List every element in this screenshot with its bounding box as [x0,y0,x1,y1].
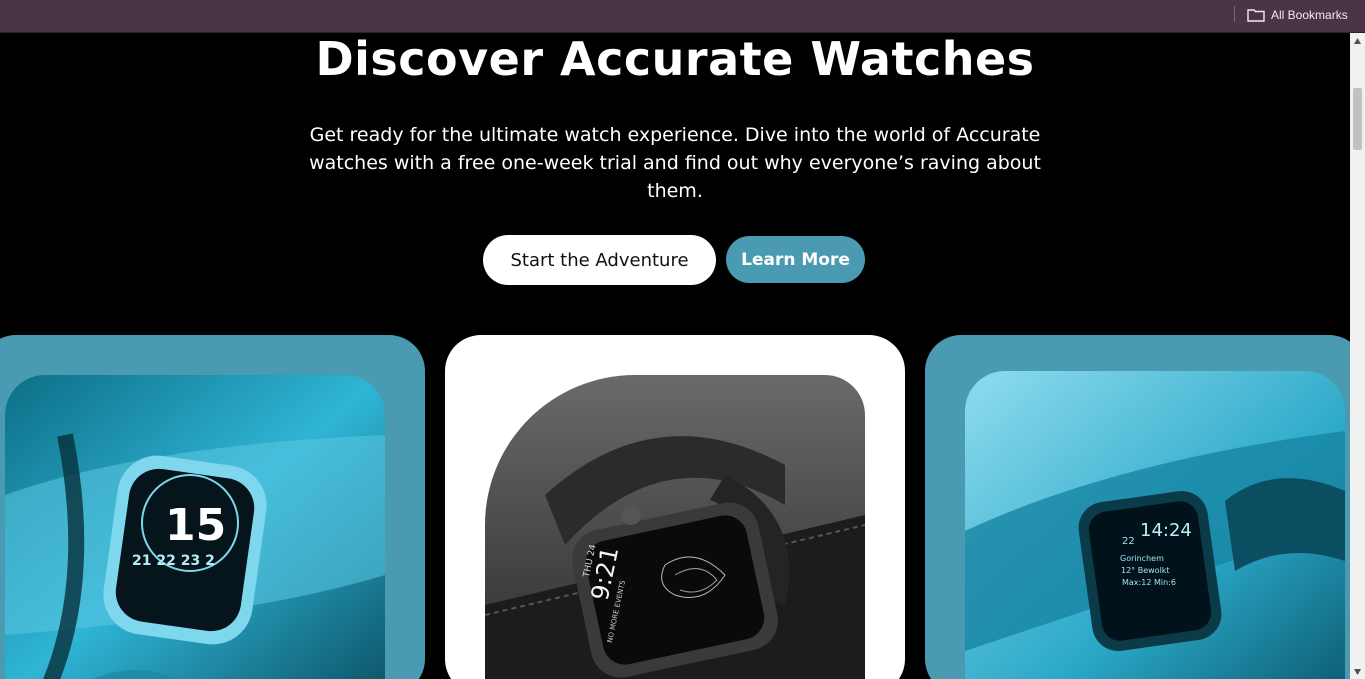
watch-face-time: 14:24 [1140,520,1192,541]
learn-more-button[interactable]: Learn More [726,236,865,283]
product-card[interactable]: 22 14:24 Gorinchem 12° Bewolkt Max:12 Mi… [925,335,1350,679]
watch-face-day: 22 [1122,536,1135,547]
start-adventure-button[interactable]: Start the Adventure [483,235,716,285]
watch-face-line: 12° Bewolkt [1121,566,1170,575]
hero-subtitle-line: them. [647,180,703,202]
scrollbar-thumb[interactable] [1353,88,1362,150]
watch-photo: 22 14:24 Gorinchem 12° Bewolkt Max:12 Mi… [965,371,1345,679]
product-card[interactable]: 15 21 22 23 2 [0,335,425,679]
watch-face-row: 21 22 23 2 [132,553,215,569]
hero-title: Discover Accurate Watches [315,33,1035,86]
watch-photo: THU 24 9:21 NO MORE EVENTS [485,375,865,679]
page-content: Discover Accurate Watches Get ready for … [0,33,1350,679]
watch-photo: 15 21 22 23 2 [5,375,385,679]
all-bookmarks-label: All Bookmarks [1271,8,1348,22]
bookmarks-bar: All Bookmarks [0,0,1365,33]
watch-image: THU 24 9:21 NO MORE EVENTS [485,375,865,679]
page-scrollbar[interactable] [1350,33,1365,679]
hero-subtitle-line: watches with a free one-week trial and f… [309,152,1041,174]
watch-image: 22 14:24 Gorinchem 12° Bewolkt Max:12 Mi… [965,371,1345,679]
watch-face-line: Max:12 Min:6 [1122,578,1176,587]
bookmarks-divider [1234,6,1235,22]
folder-icon [1247,9,1265,22]
watch-image: 15 21 22 23 2 [5,375,385,679]
all-bookmarks-button[interactable]: All Bookmarks [1247,5,1348,25]
product-card[interactable]: THU 24 9:21 NO MORE EVENTS [445,335,905,679]
hero-subtitle: Get ready for the ultimate watch experie… [290,121,1060,205]
hero-subtitle-line: Get ready for the ultimate watch experie… [309,124,1041,146]
watch-face-number: 15 [165,500,226,551]
scroll-up-arrow-icon[interactable] [1353,37,1362,45]
scroll-down-arrow-icon[interactable] [1353,668,1362,676]
watch-face-line: Gorinchem [1120,554,1164,563]
